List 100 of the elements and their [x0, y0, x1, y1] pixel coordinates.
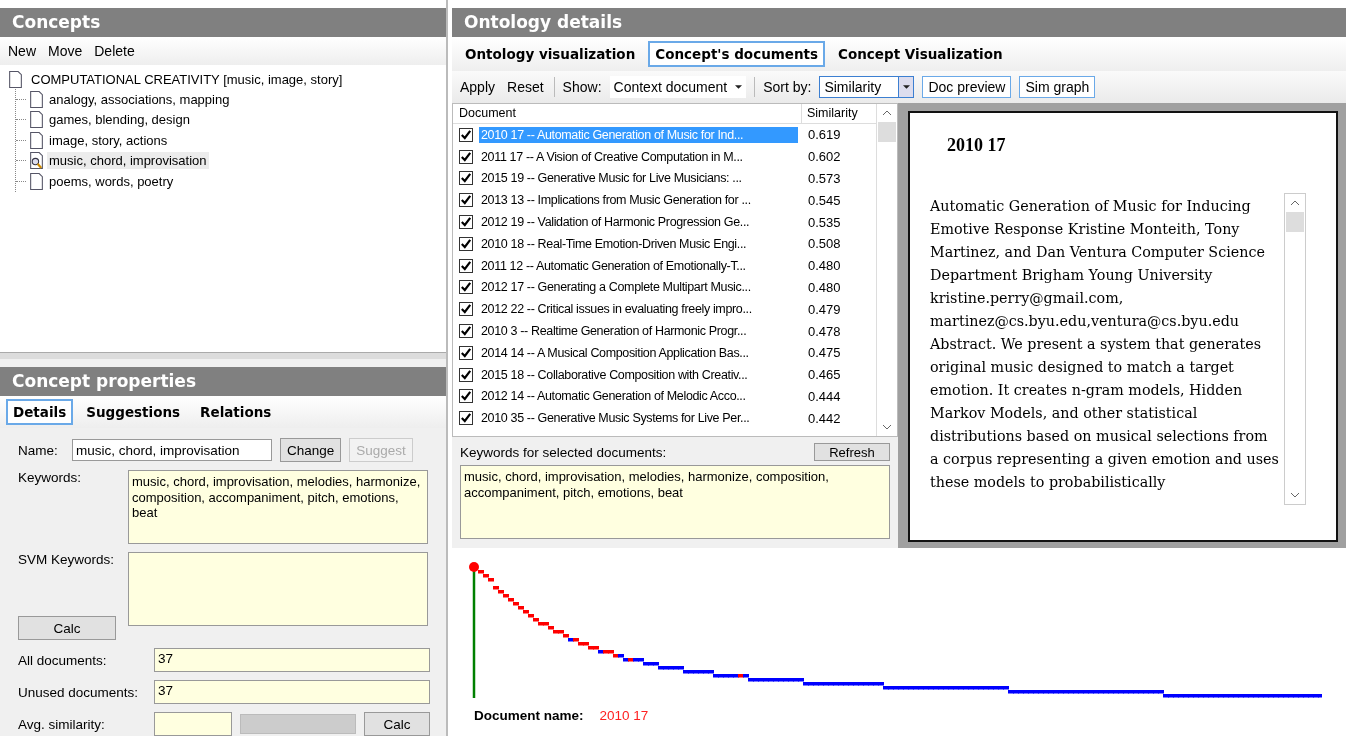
show-label: Show: [562, 79, 602, 95]
checkbox[interactable] [459, 411, 473, 426]
document-item[interactable]: 2012 19 -- Validation of Harmonic Progression Ge... [479, 214, 798, 231]
svm-keywords-field[interactable] [128, 552, 428, 626]
scroll-thumb[interactable] [1286, 212, 1304, 232]
document-item[interactable]: 2010 3 -- Realtime Generation of Harmonic Progr... [479, 323, 798, 340]
document-item[interactable]: 2011 12 -- Automatic Generation of Emotionally-T... [479, 257, 798, 274]
tab[interactable]: Concept Visualization [831, 41, 1010, 67]
avg-similarity-field[interactable] [154, 712, 232, 736]
table-cell: 0.508 [808, 236, 841, 252]
table-cell: 0.475 [808, 345, 841, 361]
checkbox[interactable] [459, 193, 473, 208]
apply-button[interactable]: Apply [458, 77, 498, 97]
document-icon [29, 131, 44, 149]
scrollbar[interactable] [876, 104, 897, 436]
document-icon [29, 90, 44, 108]
tab[interactable]: Suggestions [79, 399, 188, 425]
table-cell: 0.444 [808, 388, 841, 404]
chevron-up-icon[interactable] [882, 110, 892, 116]
sort-dropdown[interactable]: Similarity [819, 76, 915, 98]
field-label: Avg. similarity: [18, 716, 106, 732]
document-name: 2010 17 [599, 708, 649, 723]
table-cell: 0.545 [808, 192, 841, 208]
checkbox[interactable] [459, 324, 473, 339]
caret-icon [902, 85, 910, 89]
document-item[interactable]: 2012 14 -- Automatic Generation of Melodic Acco... [479, 388, 798, 405]
table-cell: 0.480 [808, 258, 841, 274]
checkbox[interactable] [459, 215, 473, 230]
document-name-label: Document name: [474, 708, 584, 723]
checkbox[interactable] [459, 149, 473, 164]
document-item[interactable]: 2010 35 -- Generative Music Systems for Live Per... [479, 410, 798, 427]
document-item[interactable]: 2012 22 -- Critical issues in evaluating freely impro... [479, 301, 798, 318]
tab[interactable]: Ontology visualization [458, 41, 643, 67]
document-search-icon [29, 152, 44, 170]
panel-title: Ontology details [452, 8, 1346, 37]
tree-item[interactable]: image, story, actions [47, 131, 170, 149]
panel-title: Concepts [0, 8, 446, 37]
table-cell: 0.573 [808, 171, 841, 186]
panel-title: Concept properties [0, 367, 446, 396]
field-label: Name: [18, 442, 59, 458]
calc-button[interactable]: Calc [18, 616, 116, 640]
document-item[interactable]: 2011 17 -- A Vision of Creative Computation in M... [479, 148, 798, 165]
document-item[interactable]: 2015 18 -- Collaborative Composition with Creativ... [479, 366, 798, 383]
document-item[interactable]: 2014 14 -- A Musical Composition Application Bas... [479, 344, 798, 361]
chevron-down-icon[interactable] [1290, 492, 1300, 498]
name-field[interactable]: music, chord, improvisation [72, 439, 272, 461]
unused-documents-field[interactable]: 37 [154, 680, 430, 704]
menu-item[interactable]: Delete [94, 43, 135, 59]
checkbox[interactable] [459, 345, 473, 360]
document-item[interactable]: 2013 13 -- Implications from Music Generation for ... [479, 192, 798, 209]
column-header[interactable]: Similarity [802, 104, 863, 123]
tab[interactable]: Concept's documents [648, 41, 826, 67]
tree-item[interactable]: music, chord, improvisation [47, 152, 209, 170]
all-documents-field[interactable]: 37 [154, 648, 430, 672]
document-icon [8, 70, 23, 88]
menu-item[interactable]: Move [48, 43, 83, 59]
keywords-field[interactable]: music, chord, improvisation, melodies, harmonize, composition, accompaniment, pitch, emotions, beat [128, 470, 428, 544]
table-cell: 0.535 [808, 214, 841, 230]
field-label: Keywords: [18, 470, 83, 485]
tree-item[interactable]: poems, words, poetry [47, 172, 176, 190]
chevron-down-icon[interactable] [882, 424, 892, 430]
tree-item[interactable]: analogy, associations, mapping [47, 90, 232, 108]
scrollbar[interactable] [1284, 193, 1306, 505]
document-item[interactable]: 2012 17 -- Generating a Complete Multipart Music... [479, 279, 798, 296]
checkbox[interactable] [459, 302, 473, 317]
refresh-button[interactable]: Refresh [814, 443, 890, 461]
checkbox[interactable] [459, 367, 473, 382]
change-button[interactable]: Change [280, 438, 342, 462]
tree-item[interactable]: games, blending, design [47, 111, 192, 129]
table-cell: 0.478 [808, 323, 841, 339]
keywords-field[interactable]: music, chord, improvisation, melodies, harmonize, composition, accompaniment, pitch, emotions, beat [460, 465, 890, 539]
table-cell: 0.465 [808, 367, 841, 383]
preview-title: 2010 17 [946, 134, 1007, 157]
checkbox[interactable] [459, 127, 473, 142]
checkbox[interactable] [459, 171, 473, 186]
doc-preview-button[interactable]: Doc preview [922, 76, 1012, 98]
table-cell: 0.619 [808, 127, 841, 143]
reset-button[interactable]: Reset [505, 77, 546, 97]
show-dropdown[interactable]: Context document [609, 76, 747, 98]
checkbox[interactable] [459, 258, 473, 273]
checkbox[interactable] [459, 236, 473, 251]
checkbox[interactable] [459, 280, 473, 295]
preview-text: Automatic Generation of Music for Inducing Emotive Response Kristine Monteith, Tony Martinez, and Dan Ventura Computer Science Department Brigham Young University kristine.perry@gmail.com, martinez@cs.byu.edu,ventura@cs.byu.edu Abstract. We present a system that generates original music designed to match a target emotion. It creates n-gram models, Hidden Markov Models, and other statistical distributions based on musical selections from a corpus representing a given emotion and uses these models to probabilistically [930, 197, 1280, 492]
field-label: SVM Keywords: [18, 552, 116, 567]
checkbox[interactable] [459, 389, 473, 404]
calc-button[interactable]: Calc [364, 712, 430, 736]
document-item[interactable]: 2010 18 -- Real-Time Emotion-Driven Music Engi... [479, 235, 798, 252]
tree-item[interactable]: COMPUTATIONAL CREATIVITY [music, image, story] [29, 70, 345, 88]
scroll-thumb[interactable] [878, 122, 896, 142]
column-header[interactable]: Document [453, 104, 802, 123]
tab[interactable]: Details [6, 399, 74, 425]
menu-item[interactable]: New [8, 43, 36, 59]
sim-graph-button[interactable]: Sim graph [1019, 76, 1096, 98]
document-item[interactable]: 2015 19 -- Generative Music for Live Musicians: ... [479, 170, 798, 187]
table-cell: 0.442 [808, 410, 841, 426]
field-label: Keywords for selected documents: [460, 444, 667, 460]
table-cell: 0.479 [808, 301, 841, 317]
tab[interactable]: Relations [193, 399, 279, 425]
table-cell: 0.480 [808, 279, 841, 295]
chevron-up-icon[interactable] [1290, 200, 1300, 206]
